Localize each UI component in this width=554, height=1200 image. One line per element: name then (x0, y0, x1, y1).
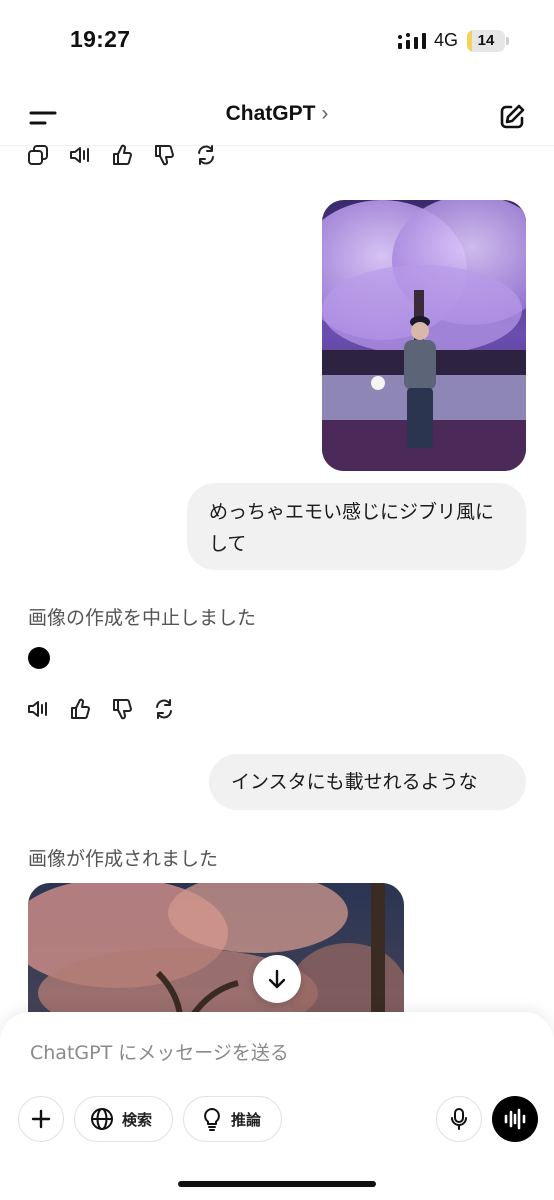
voice-mode-button[interactable] (492, 1096, 538, 1142)
globe-icon (91, 1108, 113, 1130)
speaker-icon[interactable] (26, 697, 50, 721)
signal-icon (398, 33, 426, 49)
thumbs-up-icon[interactable] (68, 697, 92, 721)
assistant-status-text: 画像が作成されました (28, 848, 219, 870)
copy-icon[interactable] (26, 143, 50, 167)
composer: ChatGPT にメッセージを送る 検索 推論 (0, 1012, 554, 1200)
message-actions-middle (26, 697, 176, 721)
reason-button[interactable]: 推論 (183, 1096, 282, 1142)
plus-icon (31, 1109, 51, 1129)
chevron-right-icon: › (321, 102, 329, 125)
user-message-bubble: インスタにも載せれるような (209, 754, 526, 810)
model-selector[interactable]: ChatGPT › (0, 102, 554, 126)
message-input[interactable]: ChatGPT にメッセージを送る (30, 1038, 289, 1065)
regenerate-icon[interactable] (152, 697, 176, 721)
top-nav: ChatGPT › (0, 90, 554, 146)
scroll-to-bottom-button[interactable] (253, 955, 301, 1003)
lightbulb-icon (204, 1108, 220, 1131)
microphone-button[interactable] (436, 1096, 482, 1142)
battery-icon: 14 (467, 30, 509, 52)
status-bar: 19:27 4G 14 (0, 0, 554, 80)
message-actions-top (26, 143, 218, 167)
page-title: ChatGPT (225, 102, 316, 125)
network-type: 4G (434, 30, 459, 50)
user-message-bubble: めっちゃエモい感じにジブリ風にして (187, 483, 526, 570)
regenerate-icon[interactable] (194, 143, 218, 167)
microphone-icon (451, 1108, 467, 1130)
arrow-down-icon (268, 969, 286, 989)
search-button-label: 検索 (122, 1110, 153, 1129)
thumbs-up-icon[interactable] (110, 143, 134, 167)
assistant-status-text: 画像の作成を中止しました (28, 607, 257, 629)
user-message-text: めっちゃエモい感じにジブリ風にして (209, 501, 495, 555)
new-chat-icon[interactable] (494, 99, 530, 135)
reason-button-label: 推論 (231, 1110, 262, 1129)
user-message-text: インスタにも載せれるような (231, 771, 478, 793)
waveform-icon (504, 1108, 526, 1130)
thumbs-down-icon[interactable] (152, 143, 176, 167)
speaker-icon[interactable] (68, 143, 92, 167)
home-indicator (178, 1181, 376, 1187)
search-button[interactable]: 検索 (74, 1096, 173, 1142)
battery-level: 14 (477, 32, 495, 49)
thumbs-down-icon[interactable] (110, 697, 134, 721)
add-attachment-button[interactable] (18, 1096, 64, 1142)
status-time: 19:27 (70, 26, 131, 52)
user-uploaded-photo[interactable] (322, 200, 526, 471)
generating-dot-indicator (28, 647, 50, 669)
